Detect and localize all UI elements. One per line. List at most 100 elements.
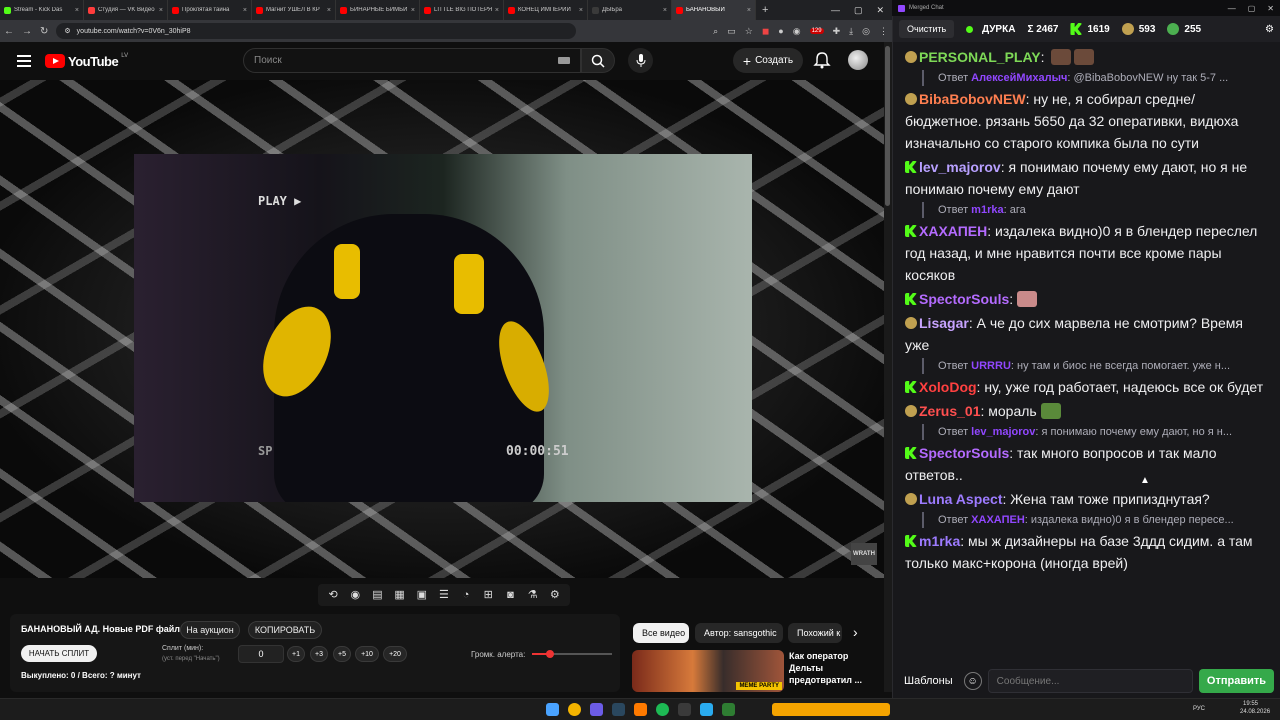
reply-username[interactable]: m1rka [971, 204, 1003, 216]
split-minutes-input[interactable]: 0 [238, 645, 284, 663]
chat-username[interactable]: BibaBobovNEW [919, 91, 1026, 107]
user-avatar[interactable] [848, 50, 868, 70]
profile-icon[interactable]: ◎ [862, 26, 870, 37]
maximize-icon[interactable]: ▢ [854, 5, 863, 16]
browser-tab[interactable]: ДЫЬра × [588, 0, 672, 20]
app-icon[interactable] [634, 703, 647, 716]
chrome-icon[interactable] [568, 703, 581, 716]
ext-counter-badge[interactable]: 129 [809, 28, 824, 34]
chat-username[interactable]: ХАХАПЕН [919, 223, 987, 239]
ext-gray-icon[interactable]: ● [778, 26, 783, 36]
close-icon[interactable]: ✕ [1267, 4, 1274, 13]
clock-date[interactable]: 24.08.2026 [1240, 709, 1270, 715]
clock-time[interactable]: 19:55 [1243, 701, 1258, 707]
browser-tab[interactable]: LITTLE BIG ПОТЕРЯ × [420, 0, 504, 20]
loop-icon[interactable]: ⟲ [325, 588, 341, 602]
bookmark-star-icon[interactable]: ☆ [745, 26, 753, 37]
ext-dark-icon[interactable]: ◉ [793, 26, 801, 37]
keyboard-language[interactable]: РУС [1193, 706, 1205, 712]
clapper-icon[interactable]: ▦ [392, 588, 408, 602]
maximize-icon[interactable]: ▢ [1248, 4, 1256, 13]
new-tab-icon[interactable]: + [762, 4, 768, 16]
increment-button[interactable]: +20 [383, 646, 407, 662]
chat-username[interactable]: Zerus_01 [919, 403, 980, 419]
ext-red-icon[interactable]: ◼ [762, 26, 769, 37]
tab-close-icon[interactable]: × [495, 7, 499, 14]
increment-button[interactable]: +5 [333, 646, 351, 662]
extensions-puzzle-icon[interactable]: ✚ [833, 26, 841, 37]
increment-button[interactable]: +10 [355, 646, 379, 662]
tab-close-icon[interactable]: × [411, 7, 415, 14]
add-box-icon[interactable]: ⊞ [480, 588, 496, 602]
speed-gauge-icon[interactable]: ◔ [458, 588, 474, 602]
reload-icon[interactable]: ↻ [40, 26, 48, 37]
reply-username[interactable]: АлексейМихалыч [971, 72, 1067, 84]
chat-username[interactable]: XoloDog [919, 379, 977, 395]
browser-tab[interactable]: Студия — VK Видео × [84, 0, 168, 20]
create-button[interactable]: + Создать [733, 48, 803, 73]
search-button[interactable] [581, 48, 615, 73]
chevron-right-icon[interactable]: › [853, 624, 858, 640]
minimize-icon[interactable]: — [1228, 4, 1236, 13]
chip-all-videos[interactable]: Все видео [633, 623, 689, 643]
youtube-logo[interactable]: YouTube LV [45, 53, 128, 69]
browser-tab[interactable]: Stream - Kick Das × [0, 0, 84, 20]
chat-username[interactable]: SpectorSouls [919, 445, 1009, 461]
reply-username[interactable]: URRRU [971, 360, 1011, 372]
alert-volume-knob[interactable] [545, 650, 554, 658]
chip-author[interactable]: Автор: sansgothic [695, 623, 783, 643]
increment-button[interactable]: +1 [287, 646, 305, 662]
voice-search-button[interactable] [628, 48, 653, 73]
emoji-icon[interactable]: ☺ [963, 672, 982, 690]
tab-close-icon[interactable]: × [747, 7, 751, 14]
recommended-title[interactable]: Как оператор Дельты предотвратил ... [789, 650, 879, 686]
film-strip-icon[interactable]: ☰ [436, 588, 452, 602]
reply-username[interactable]: ХАХАПЕН [971, 514, 1025, 526]
menu-hamburger-icon[interactable] [17, 55, 31, 67]
tab-close-icon[interactable]: × [75, 7, 79, 14]
tab-close-icon[interactable]: × [579, 7, 583, 14]
picture-in-picture-icon[interactable]: ▣ [414, 588, 430, 602]
broadcast-icon[interactable]: ◉ [347, 588, 363, 602]
reply-username[interactable]: lev_majorov [971, 426, 1035, 438]
site-info-icon[interactable]: ⚙ [64, 27, 70, 35]
tab-close-icon[interactable]: × [159, 7, 163, 14]
discord-icon[interactable] [590, 703, 603, 716]
chat-username[interactable]: Luna Aspect [919, 491, 1003, 507]
browser-tab[interactable]: БАНАНОВЫЙ × [672, 0, 756, 20]
download-icon[interactable]: ⤓ [849, 26, 853, 37]
auction-button[interactable]: На аукцион [180, 621, 240, 639]
spotify-icon[interactable] [656, 703, 669, 716]
subtitles-icon[interactable]: ▤ [369, 588, 385, 602]
browser-tab[interactable]: Проклятая тайна × [168, 0, 252, 20]
browser-tab[interactable]: Магнит УШЁЛ В КР × [252, 0, 336, 20]
telegram-icon[interactable] [700, 703, 713, 716]
menu-dots-icon[interactable]: ⋮ [879, 26, 888, 37]
flask-icon[interactable]: ⚗ [525, 588, 541, 602]
send-button[interactable]: Отправить [1198, 669, 1274, 693]
copy-button[interactable]: КОПИРОВАТЬ [248, 621, 322, 639]
chip-similar[interactable]: Похожий к [788, 623, 842, 643]
increment-button[interactable]: +3 [310, 646, 328, 662]
settings-gear-icon[interactable]: ⚙ [547, 588, 563, 602]
chat-username[interactable]: m1rka [919, 533, 960, 549]
notifications-bell-icon[interactable] [813, 51, 831, 69]
templates-button[interactable]: Шаблоны [899, 675, 958, 687]
chat-username[interactable]: PERSONAL_PLAY [919, 49, 1041, 65]
cast-icon[interactable]: ▭ [727, 26, 736, 37]
tab-close-icon[interactable]: × [663, 7, 667, 14]
close-icon[interactable]: ✕ [876, 5, 884, 16]
chat-settings-icon[interactable]: ⚙ [1265, 24, 1274, 35]
chat-message-input[interactable]: Сообщение... [987, 669, 1193, 693]
app-icon[interactable] [722, 703, 735, 716]
tab-close-icon[interactable]: × [327, 7, 331, 14]
app-icon[interactable] [678, 703, 691, 716]
clear-chat-button[interactable]: Очистить [899, 20, 955, 38]
browser-tab[interactable]: БИНАРНЫЕ БИМБИ × [336, 0, 420, 20]
media-widget[interactable] [772, 703, 890, 716]
video-frame[interactable]: PLAY ▶ SP 00:00:51 [134, 154, 752, 502]
keyboard-icon[interactable] [558, 57, 570, 64]
screenshot-camera-icon[interactable]: ◙ [502, 588, 518, 602]
chat-username[interactable]: lev_majorov [919, 159, 1001, 175]
start-split-button[interactable]: НАЧАТЬ СПЛИТ [21, 645, 97, 662]
